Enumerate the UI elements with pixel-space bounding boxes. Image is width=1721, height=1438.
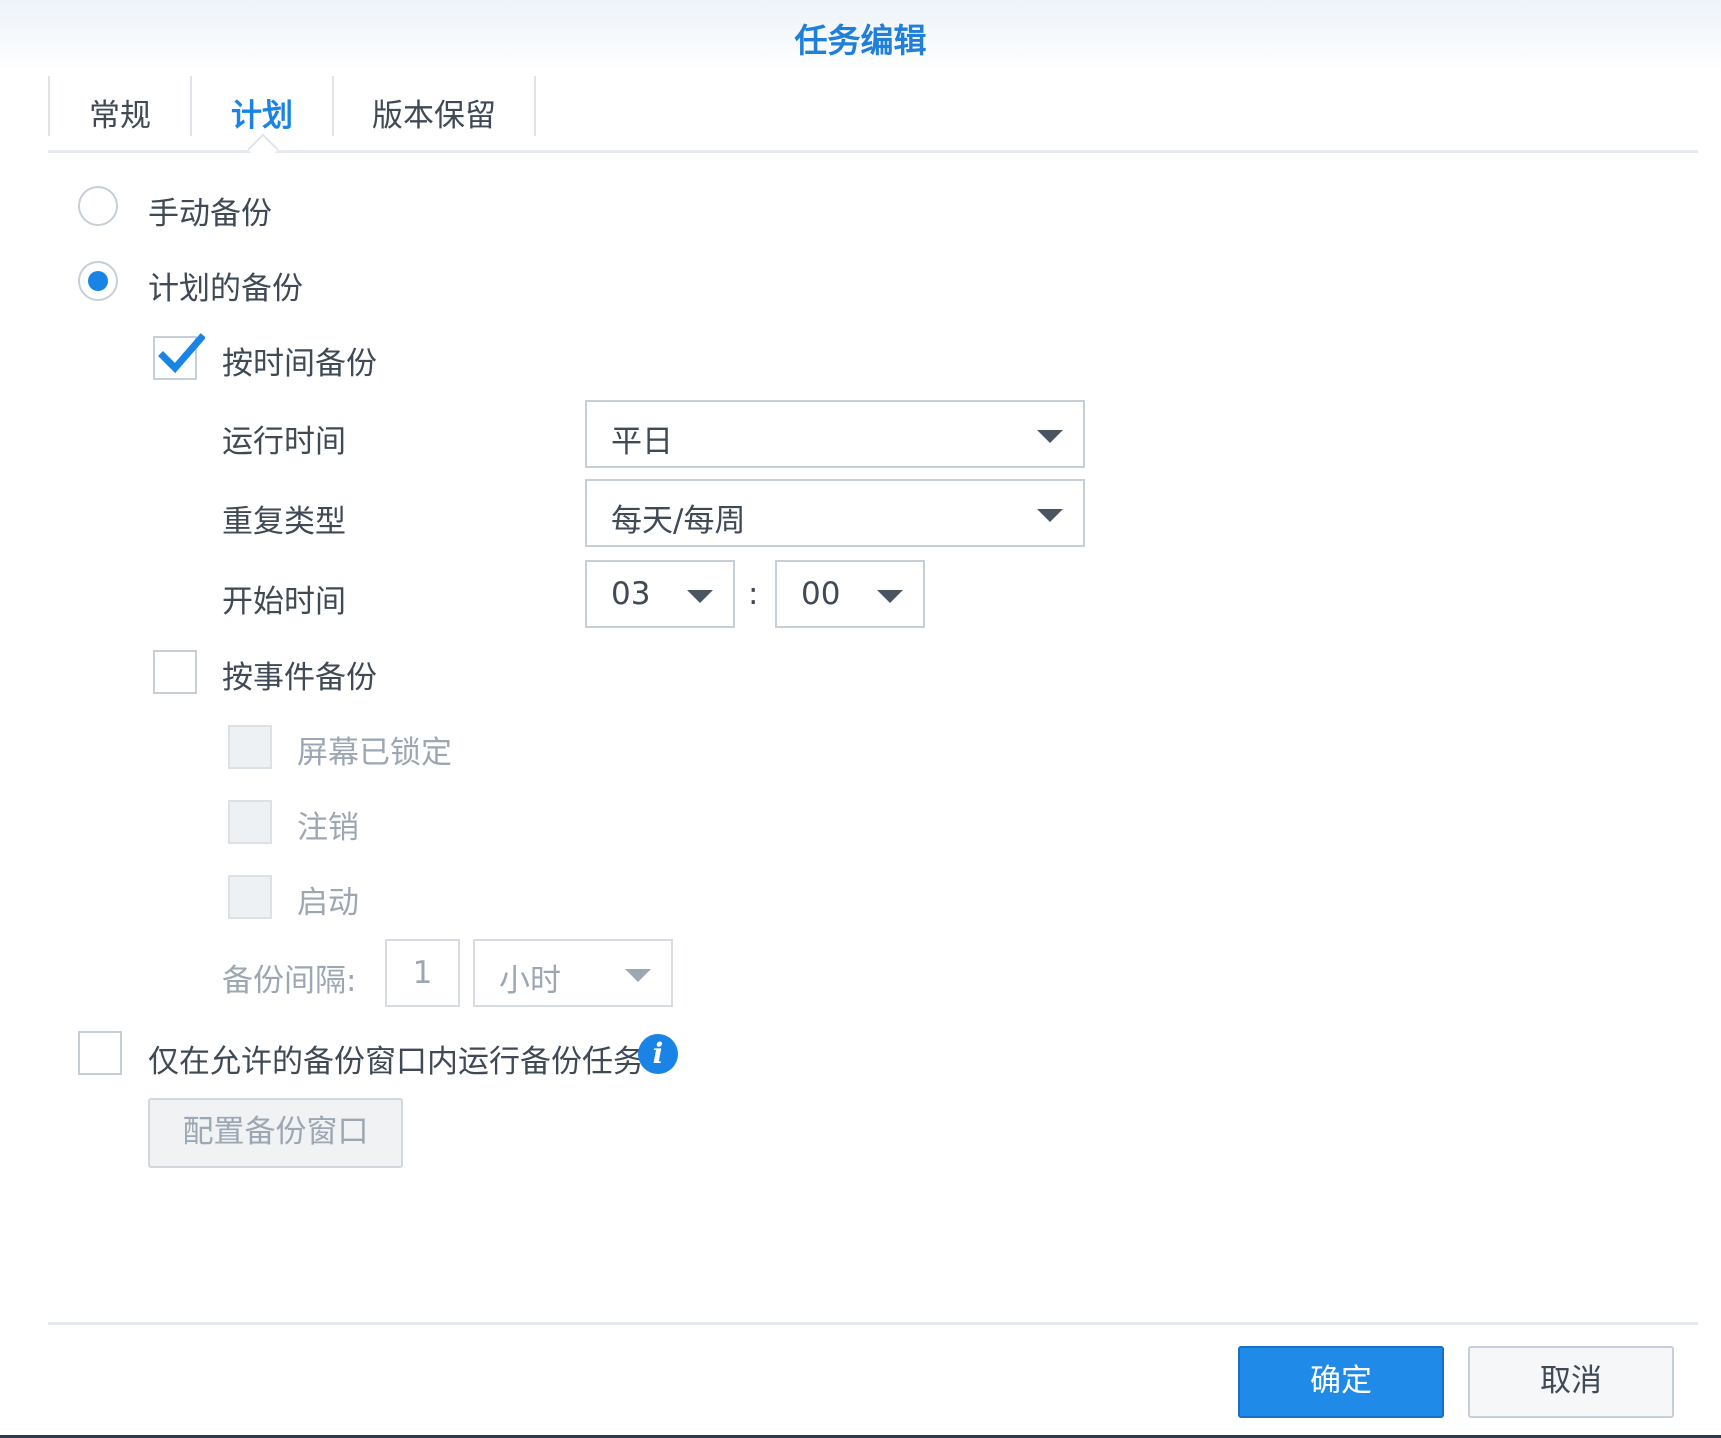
manual-backup-radio[interactable]: [78, 186, 118, 226]
manual-backup-label: 手动备份: [148, 196, 272, 232]
cancel-button[interactable]: 取消: [1468, 1346, 1674, 1418]
backup-window-checkbox[interactable]: [78, 1031, 122, 1075]
event-logout-checkbox[interactable]: [228, 800, 272, 844]
chevron-down-icon: [625, 969, 651, 982]
backup-interval-unit-value: 小时: [499, 963, 561, 999]
dialog-titlebar: 任务编辑: [0, 0, 1721, 72]
backup-interval-unit-select[interactable]: 小时: [473, 939, 673, 1007]
tab-general[interactable]: 常规: [50, 76, 190, 150]
scheduled-backup-label: 计划的备份: [148, 271, 303, 307]
footer-divider: [48, 1322, 1698, 1325]
chevron-down-icon: [1037, 509, 1063, 522]
start-time-label: 开始时间: [222, 584, 346, 620]
backup-by-event-label: 按事件备份: [222, 660, 377, 696]
checkmark-icon: [158, 333, 205, 374]
repeat-type-value: 每天/每周: [611, 503, 746, 539]
backup-by-time-label: 按时间备份: [222, 346, 377, 382]
chevron-down-icon: [877, 590, 903, 603]
backup-by-event-checkbox[interactable]: [153, 650, 197, 694]
run-time-value: 平日: [611, 424, 673, 460]
info-icon[interactable]: i: [638, 1034, 678, 1074]
tab-version-retention[interactable]: 版本保留: [334, 76, 534, 150]
event-startup-checkbox[interactable]: [228, 875, 272, 919]
event-logout-label: 注销: [297, 810, 359, 846]
backup-interval-input[interactable]: 1: [385, 939, 460, 1007]
event-startup-label: 启动: [297, 885, 359, 921]
backup-interval-label: 备份间隔:: [222, 963, 357, 999]
backup-interval-value: 1: [412, 955, 433, 991]
time-separator: :: [748, 576, 759, 612]
start-hour-select[interactable]: 03: [585, 560, 735, 628]
dialog-title: 任务编辑: [794, 21, 927, 60]
ok-button[interactable]: 确定: [1238, 1346, 1444, 1418]
start-minute-value: 00: [801, 576, 841, 612]
event-screen-locked-label: 屏幕已锁定: [297, 735, 452, 771]
run-time-label: 运行时间: [222, 424, 346, 460]
chevron-down-icon: [687, 590, 713, 603]
start-hour-value: 03: [611, 576, 651, 612]
event-screen-locked-checkbox[interactable]: [228, 725, 272, 769]
backup-by-time-checkbox[interactable]: [153, 333, 205, 380]
start-minute-select[interactable]: 00: [775, 560, 925, 628]
tab-divider: [534, 76, 536, 136]
tab-underline: [48, 150, 1698, 153]
configure-backup-window-button[interactable]: 配置备份窗口: [148, 1098, 403, 1168]
chevron-down-icon: [1037, 430, 1063, 443]
scheduled-backup-radio[interactable]: [78, 261, 118, 301]
repeat-type-select[interactable]: 每天/每周: [585, 479, 1085, 547]
run-time-select[interactable]: 平日: [585, 400, 1085, 468]
repeat-type-label: 重复类型: [222, 504, 346, 540]
backup-window-label: 仅在允许的备份窗口内运行备份任务: [148, 1044, 644, 1080]
